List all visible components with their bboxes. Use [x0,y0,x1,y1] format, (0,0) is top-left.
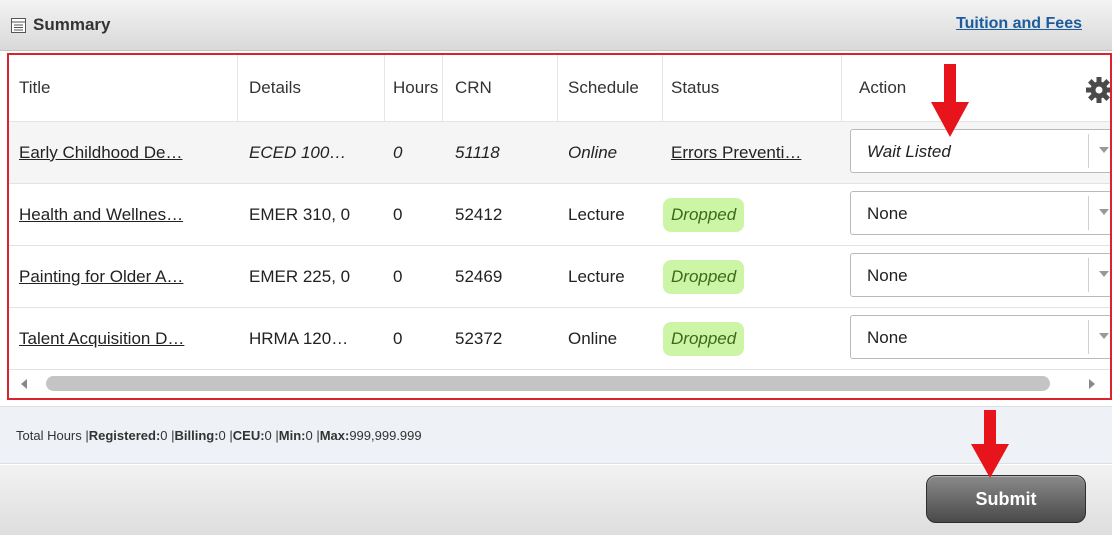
table-row[interactable]: Talent Acquisition D… HRMA 120… 0 52372 … [9,308,1110,370]
action-select-value: None [867,266,908,285]
annotation-arrow-icon [931,64,969,137]
annotation-arrow-icon [971,410,1009,478]
chevron-down-icon[interactable] [1099,147,1109,153]
action-select-value: None [867,204,908,223]
ceu-label: CEU: [232,427,265,443]
panel-title: Summary [33,15,111,34]
table-row[interactable]: Painting for Older A… EMER 225, 0 0 5246… [9,246,1110,308]
course-crn: 52412 [455,204,503,224]
chevron-down-icon[interactable] [1099,333,1109,339]
billing-label: Billing: [174,427,219,443]
submit-button[interactable]: Submit [926,475,1086,523]
course-schedule: Online [568,142,618,162]
status-badge: Dropped [663,197,745,232]
status-errors-link[interactable]: Errors Preventi… [671,122,849,183]
scroll-right-icon[interactable] [1089,379,1095,389]
total-hours-bar: Total Hours | Registered: 0 | Billing: 0… [0,406,1112,464]
scroll-left-icon[interactable] [21,379,27,389]
course-hours: 0 [393,204,403,224]
column-header-title[interactable]: Title [19,55,235,121]
column-header-details[interactable]: Details [249,55,381,121]
registered-value: 0 | [160,427,175,443]
chevron-down-icon[interactable] [1099,271,1109,277]
column-header-schedule[interactable]: Schedule [568,55,668,121]
column-header-status[interactable]: Status [671,55,849,121]
gear-icon[interactable] [1086,77,1112,103]
course-title-link[interactable]: Painting for Older A… [19,246,235,307]
course-crn: 51118 [455,142,500,162]
action-select[interactable]: None [850,315,1110,359]
chevron-down-icon[interactable] [1099,209,1109,215]
billing-value: 0 | [218,427,233,443]
action-select-value: Wait Listed [867,142,951,161]
course-details: EMER 310, 0 [249,204,351,224]
status-cell: Dropped [663,184,841,245]
min-label: Min: [278,427,306,443]
column-header-hours[interactable]: Hours [393,55,439,121]
min-value: 0 | [305,427,320,443]
course-details: HRMA 120… [249,328,349,348]
column-header-action[interactable]: Action [859,55,1110,121]
max-value: 999,999.999 [349,427,422,443]
course-title-link[interactable]: Health and Wellnes… [19,184,235,245]
table-row[interactable]: Health and Wellnes… EMER 310, 0 0 52412 … [9,184,1110,246]
course-details: EMER 225, 0 [249,266,351,286]
course-schedule: Online [568,328,618,348]
tuition-and-fees-link[interactable]: Tuition and Fees [956,15,1082,33]
summary-table-icon [11,18,26,33]
course-crn: 52372 [455,328,503,348]
totals-lead: Total Hours | [16,427,89,443]
ceu-value: 0 | [264,427,279,443]
action-select[interactable]: None [850,253,1110,297]
course-schedule: Lecture [568,204,625,224]
status-badge: Dropped [663,259,745,294]
scrollbar-thumb[interactable] [46,376,1050,391]
course-crn: 52469 [455,266,503,286]
course-hours: 0 [393,328,403,348]
horizontal-scrollbar[interactable] [9,370,1110,398]
status-cell: Dropped [663,308,841,369]
action-select[interactable]: Wait Listed [850,129,1110,173]
summary-panel-header: Summary Tuition and Fees [0,0,1112,51]
course-title-link[interactable]: Talent Acquisition D… [19,308,235,369]
action-select-value: None [867,328,908,347]
course-title-link[interactable]: Early Childhood De… [19,122,235,183]
registered-label: Registered: [88,427,161,443]
course-details: ECED 100… [249,142,347,162]
status-cell: Dropped [663,246,841,307]
max-label: Max: [319,427,350,443]
column-header-crn[interactable]: CRN [455,55,555,121]
action-select[interactable]: None [850,191,1110,235]
course-hours: 0 [393,142,403,162]
status-badge: Dropped [663,321,745,356]
course-schedule: Lecture [568,266,625,286]
course-hours: 0 [393,266,403,286]
